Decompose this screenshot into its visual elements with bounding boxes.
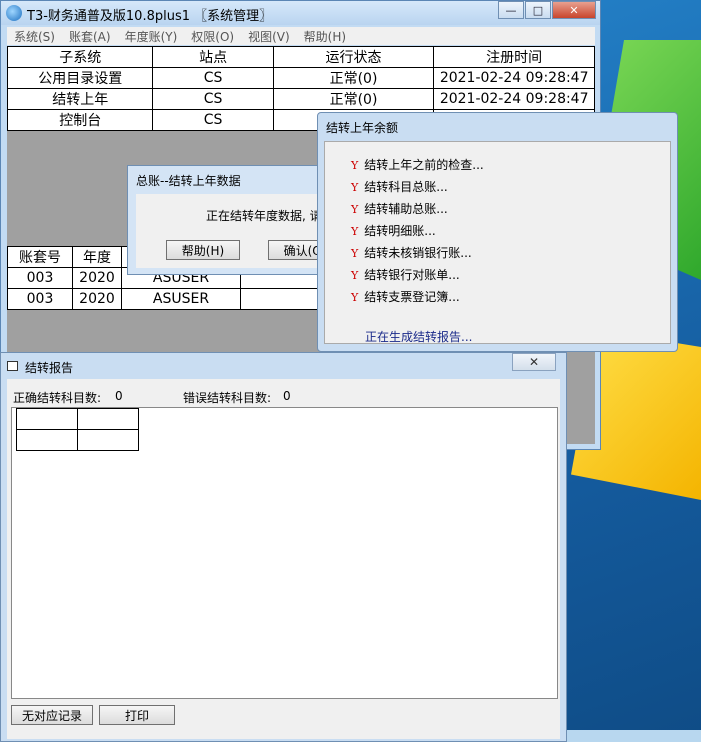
- grid-cell: [77, 429, 139, 451]
- step-item: Y 结转辅助总账...: [351, 200, 448, 217]
- ledger-carryforward-dialog: 总账--结转上年数据 正在结转年度数据, 请 帮助(H) 确认(O): [127, 165, 347, 275]
- header-status: 运行状态: [272, 46, 435, 68]
- report-close-button[interactable]: ✕: [512, 353, 556, 371]
- correct-count-label: 正确结转科目数:: [13, 391, 102, 405]
- check-mark-icon: Y: [351, 159, 359, 172]
- menu-bar: 系统(S) 账套(A) 年度账(Y) 权限(O) 视图(V) 帮助(H): [7, 27, 595, 45]
- cell-subsystem: 结转上年: [6, 88, 154, 110]
- check-mark-icon: Y: [351, 225, 359, 238]
- step-label: 结转科目总账...: [364, 180, 448, 194]
- table-header-row: [16, 408, 139, 430]
- cell-site: CS: [152, 67, 274, 89]
- window-title: T3-财务通普及版10.8plus1 〖系统管理〗: [27, 9, 273, 24]
- dialog-title: 总账--结转上年数据: [136, 174, 241, 188]
- carryforward-report-window: 结转报告 ✕ 正确结转科目数: 0 错误结转科目数: 0 无对应记录 打印: [0, 352, 567, 742]
- menu-help[interactable]: 帮助(H): [297, 28, 353, 45]
- step-label: 结转银行对账单...: [364, 268, 460, 282]
- check-mark-icon: Y: [351, 181, 359, 194]
- report-grid: [16, 408, 139, 451]
- grid-cell: [77, 408, 139, 430]
- step-item: Y 结转银行对账单...: [351, 266, 460, 283]
- header-subsystem: 子系统: [6, 46, 154, 68]
- header-site: 站点: [152, 46, 274, 68]
- check-mark-icon: Y: [351, 247, 359, 260]
- step-label: 结转上年之前的检查...: [364, 158, 484, 172]
- cell-year: 2020: [72, 288, 122, 310]
- window-controls: — □ ✕: [497, 1, 596, 19]
- cell-register-time: 2021-02-24 09:28:47: [433, 67, 595, 89]
- dialog-message: 正在结转年度数据, 请: [206, 209, 322, 223]
- step-item: Y 结转上年之前的检查...: [351, 156, 484, 173]
- step-item: Y 结转科目总账...: [351, 178, 448, 195]
- step-item: Y 结转支票登记簿...: [351, 288, 460, 305]
- menu-permission[interactable]: 权限(O): [184, 28, 241, 45]
- print-button[interactable]: 打印: [99, 705, 175, 725]
- help-button[interactable]: 帮助(H): [166, 240, 240, 260]
- table-header-row: 子系统 站点 运行状态 注册时间: [6, 46, 595, 68]
- check-mark-icon: Y: [351, 269, 359, 282]
- report-grid-area[interactable]: [11, 407, 558, 699]
- header-year: 年度: [72, 246, 122, 268]
- dialog-body: 正在结转年度数据, 请 帮助(H) 确认(O): [136, 194, 342, 268]
- maximize-button[interactable]: □: [525, 1, 551, 19]
- menu-year-account[interactable]: 年度账(Y): [118, 28, 185, 45]
- grid-cell: [16, 429, 78, 451]
- grid-cell: [16, 408, 78, 430]
- report-body: 正确结转科目数: 0 错误结转科目数: 0 无对应记录 打印: [7, 379, 560, 739]
- cell-account-no: 003: [7, 267, 73, 289]
- cell-register-time: 2021-02-24 09:28:47: [433, 88, 595, 110]
- cell-status: 正常(0): [272, 67, 435, 89]
- minimize-button[interactable]: —: [498, 1, 524, 19]
- cell-site: CS: [152, 88, 274, 110]
- menu-system[interactable]: 系统(S): [7, 28, 62, 45]
- cell-status: 正常(0): [272, 88, 435, 110]
- header-account-no: 账套号: [7, 246, 73, 268]
- cell-operator: ASUSER: [121, 288, 241, 310]
- cell-site: CS: [152, 109, 274, 131]
- menu-view[interactable]: 视图(V): [241, 28, 297, 45]
- cell-account-no: 003: [7, 288, 73, 310]
- correct-count-value: 0: [115, 389, 123, 403]
- main-titlebar[interactable]: T3-财务通普及版10.8plus1 〖系统管理〗 — □ ✕: [1, 1, 600, 25]
- step-item: Y 结转未核销银行账...: [351, 244, 472, 261]
- error-count-value: 0: [283, 389, 291, 403]
- balance-carryforward-dialog: 结转上年余额 Y 结转上年之前的检查... Y 结转科目总账... Y 结转辅助总账.…: [317, 112, 678, 352]
- step-item: Y 结转明细账...: [351, 222, 436, 239]
- error-count-label: 错误结转科目数:: [183, 391, 272, 405]
- cell-subsystem: 公用目录设置: [6, 67, 154, 89]
- check-mark-icon: Y: [351, 291, 359, 304]
- progress-status: 正在生成结转报告...: [365, 330, 473, 344]
- no-record-button[interactable]: 无对应记录: [11, 705, 93, 725]
- step-label: 结转辅助总账...: [364, 202, 448, 216]
- header-register-time: 注册时间: [433, 46, 595, 68]
- table-row[interactable]: 公用目录设置 CS 正常(0) 2021-02-24 09:28:47: [6, 67, 595, 89]
- step-label: 结转未核销银行账...: [364, 246, 472, 260]
- table-row[interactable]: 结转上年 CS 正常(0) 2021-02-24 09:28:47: [6, 88, 595, 110]
- dialog-body: Y 结转上年之前的检查... Y 结转科目总账... Y 结转辅助总账... Y 结转明…: [324, 141, 671, 344]
- menu-account[interactable]: 账套(A): [62, 28, 118, 45]
- cell-year: 2020: [72, 267, 122, 289]
- check-mark-icon: Y: [351, 203, 359, 216]
- table-row[interactable]: [16, 429, 139, 451]
- step-label: 结转支票登记簿...: [364, 290, 460, 304]
- app-icon: [6, 5, 22, 21]
- close-button[interactable]: ✕: [552, 1, 596, 19]
- cell-subsystem: 控制台: [6, 109, 154, 131]
- report-window-icon: [7, 361, 18, 371]
- step-label: 结转明细账...: [364, 224, 436, 238]
- dialog-title: 结转上年余额: [326, 121, 399, 135]
- report-title: 结转报告: [25, 361, 74, 375]
